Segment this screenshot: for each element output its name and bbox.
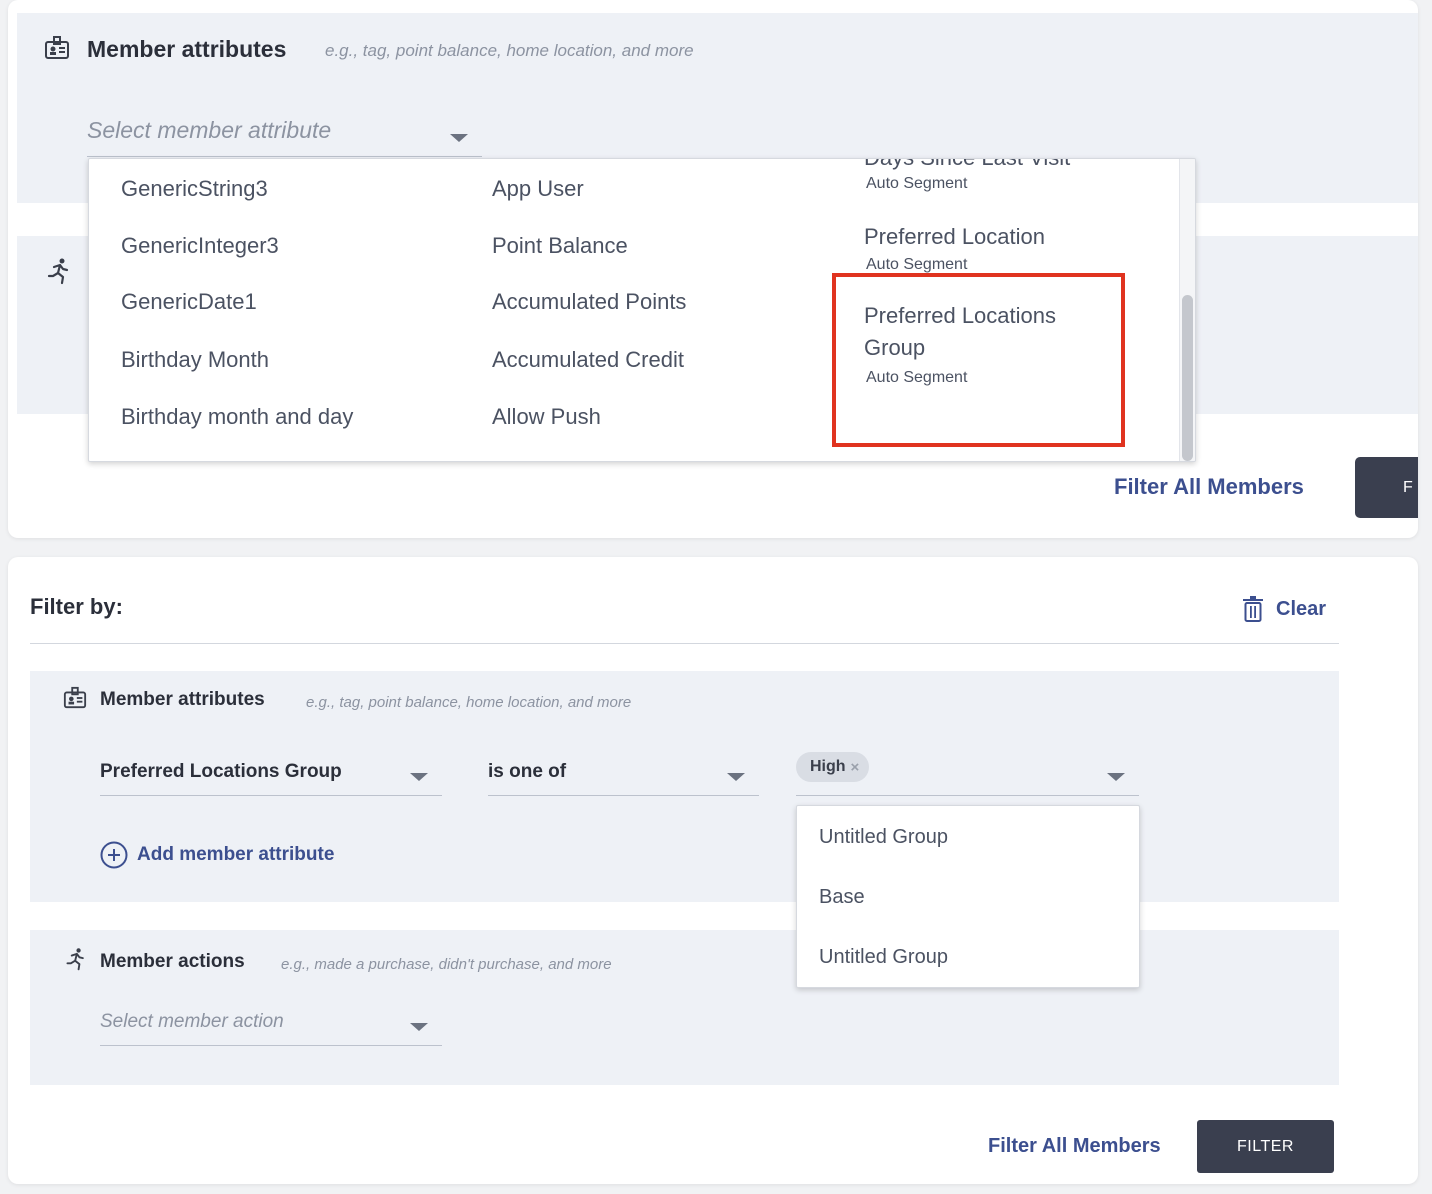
value-chip: High × bbox=[796, 752, 870, 782]
attribute-select-value: Preferred Locations Group bbox=[100, 761, 342, 782]
option-untitled-group[interactable]: Untitled Group bbox=[819, 946, 948, 969]
clear-label: Clear bbox=[1276, 597, 1327, 620]
option-base[interactable]: Base bbox=[819, 886, 865, 909]
option-accumulated-credit[interactable]: Accumulated Credit bbox=[492, 347, 684, 373]
highlight-box bbox=[832, 273, 1125, 447]
filter-by-label: Filter by: bbox=[30, 594, 123, 619]
chevron-down-icon bbox=[1107, 773, 1125, 781]
member-attributes-icon bbox=[63, 686, 87, 709]
option-genericstring3[interactable]: GenericString3 bbox=[121, 176, 268, 202]
add-member-attribute-label: Add member attribute bbox=[137, 844, 335, 865]
filter-all-members-link[interactable]: Filter All Members bbox=[988, 1135, 1161, 1158]
bottom-filter-card: Filter by: Clear Member attributes e.g.,… bbox=[8, 557, 1418, 1184]
filter-button[interactable]: F bbox=[1355, 457, 1418, 518]
member-actions-title: Member actions bbox=[100, 951, 245, 972]
filter-button-label: F bbox=[1403, 478, 1414, 496]
attribute-select[interactable]: Preferred Locations Group bbox=[100, 740, 442, 796]
chevron-down-icon bbox=[450, 134, 468, 142]
member-action-select[interactable]: Select member action bbox=[100, 994, 442, 1046]
clear-button[interactable]: Clear bbox=[1242, 595, 1326, 623]
values-select[interactable]: High × bbox=[796, 740, 1139, 796]
trash-icon bbox=[1243, 596, 1263, 622]
option-point-balance[interactable]: Point Balance bbox=[492, 233, 628, 259]
option-genericinteger3[interactable]: GenericInteger3 bbox=[121, 233, 279, 259]
values-dropdown: Untitled Group Base Untitled Group bbox=[796, 805, 1140, 988]
member-actions-hint: e.g., made a purchase, didn't purchase, … bbox=[281, 956, 612, 973]
plus-circle-icon bbox=[100, 841, 128, 869]
chevron-down-icon bbox=[727, 773, 745, 781]
chevron-down-icon bbox=[410, 1023, 428, 1031]
running-person-icon bbox=[66, 948, 84, 971]
operator-select-value: is one of bbox=[488, 761, 567, 782]
option-days-since-last-visit[interactable]: Days Since Last Visit bbox=[864, 159, 1070, 171]
option-preferred-location[interactable]: Preferred Location bbox=[864, 224, 1045, 250]
option-app-user[interactable]: App User bbox=[492, 176, 584, 202]
filter-all-members-link[interactable]: Filter All Members bbox=[1114, 474, 1304, 500]
member-attributes-panel: Member attributes e.g., tag, point balan… bbox=[30, 671, 1339, 902]
option-accumulated-points[interactable]: Accumulated Points bbox=[492, 289, 686, 315]
member-attributes-hint: e.g., tag, point balance, home location,… bbox=[306, 694, 632, 711]
option-days-since-last-visit-sub: Auto Segment bbox=[866, 175, 968, 192]
filter-by-divider bbox=[30, 643, 1339, 644]
filter-button[interactable]: FILTER bbox=[1197, 1120, 1334, 1173]
dropdown-scrollbar-thumb[interactable] bbox=[1182, 295, 1193, 461]
dropdown-scrollbar-track bbox=[1179, 159, 1195, 461]
option-preferred-location-sub: Auto Segment bbox=[866, 256, 968, 273]
member-attribute-select[interactable]: Select member attribute bbox=[87, 100, 482, 157]
option-genericdate1[interactable]: GenericDate1 bbox=[121, 289, 257, 315]
member-attributes-title: Member attributes bbox=[100, 689, 265, 710]
chevron-down-icon bbox=[410, 773, 428, 781]
option-birthday-month[interactable]: Birthday Month bbox=[121, 347, 269, 373]
member-action-placeholder: Select member action bbox=[100, 1011, 284, 1032]
member-attribute-placeholder: Select member attribute bbox=[87, 117, 332, 143]
chip-remove-icon[interactable]: × bbox=[851, 759, 860, 776]
option-allow-push[interactable]: Allow Push bbox=[492, 404, 601, 430]
operator-select[interactable]: is one of bbox=[488, 740, 759, 796]
value-chip-label: High bbox=[810, 758, 846, 775]
running-person-icon bbox=[47, 258, 69, 285]
member-attributes-icon bbox=[45, 36, 69, 59]
member-attributes-title: Member attributes bbox=[87, 36, 287, 62]
member-actions-panel: Member actions e.g., made a purchase, di… bbox=[30, 930, 1339, 1085]
member-attributes-hint: e.g., tag, point balance, home location,… bbox=[325, 41, 694, 60]
member-attribute-dropdown: GenericString3 GenericInteger3 GenericDa… bbox=[88, 158, 1196, 462]
option-untitled-group[interactable]: Untitled Group bbox=[819, 826, 948, 849]
add-member-attribute-button[interactable]: Add member attribute bbox=[100, 841, 334, 869]
filter-button-label: FILTER bbox=[1237, 1137, 1294, 1155]
option-birthday-month-and-day[interactable]: Birthday month and day bbox=[121, 404, 353, 430]
